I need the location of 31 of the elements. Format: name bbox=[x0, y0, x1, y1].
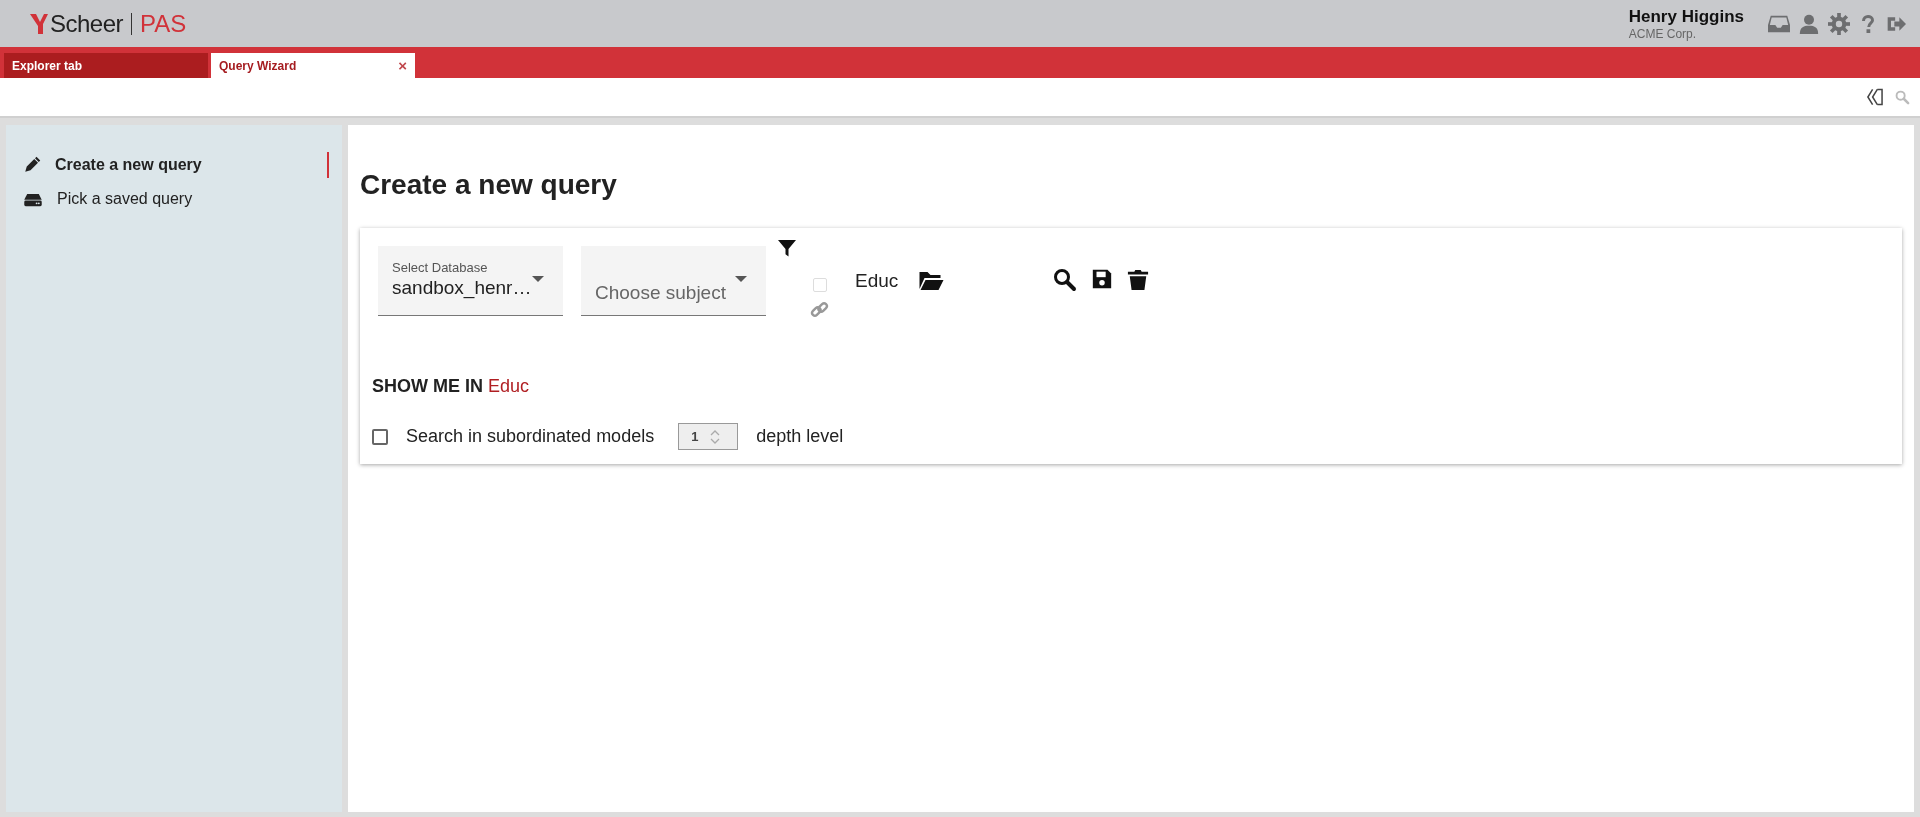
search-icon[interactable] bbox=[1053, 268, 1078, 292]
database-select[interactable]: Select Database sandbox_henr… bbox=[378, 246, 563, 316]
sidebar-item[interactable]: Create a new query bbox=[6, 148, 342, 182]
pencil-icon bbox=[23, 156, 41, 174]
logo-mark-icon bbox=[30, 11, 48, 36]
trash-icon[interactable] bbox=[1127, 268, 1150, 292]
page-title: Create a new query bbox=[360, 169, 618, 201]
tab[interactable]: Query Wizard × bbox=[211, 53, 415, 78]
filter-icon[interactable] bbox=[778, 240, 796, 258]
close-tab-button[interactable]: × bbox=[398, 57, 407, 74]
depth-level-label: depth level bbox=[756, 426, 844, 447]
link-icon bbox=[810, 300, 829, 319]
depth-spinner[interactable]: 1 bbox=[678, 423, 739, 450]
tab[interactable]: Explorer tab bbox=[4, 53, 208, 78]
spinner-arrows-icon[interactable] bbox=[710, 429, 721, 444]
drive-icon bbox=[23, 191, 43, 207]
user-icon[interactable] bbox=[1799, 12, 1819, 35]
subordinated-label: Search in subordinated models bbox=[406, 426, 655, 447]
company-name: ACME Corp. bbox=[1628, 26, 1698, 41]
subordinated-checkbox[interactable] bbox=[372, 428, 388, 445]
user-name: Henry Higgins bbox=[1628, 6, 1744, 27]
save-icon[interactable] bbox=[1091, 268, 1114, 290]
subject-select[interactable]: Choose subject bbox=[581, 246, 766, 316]
folder-icon[interactable] bbox=[918, 269, 946, 291]
help-icon[interactable] bbox=[1859, 12, 1877, 35]
settings-icon[interactable] bbox=[1828, 12, 1850, 35]
sidebar-item[interactable]: Pick a saved query bbox=[6, 182, 342, 216]
collapse-icon[interactable] bbox=[1866, 87, 1883, 107]
show-me-in-label: SHOW ME IN Educ bbox=[372, 376, 531, 397]
model-name: Educ bbox=[855, 270, 899, 292]
logo: Scheer PAS bbox=[30, 9, 187, 38]
